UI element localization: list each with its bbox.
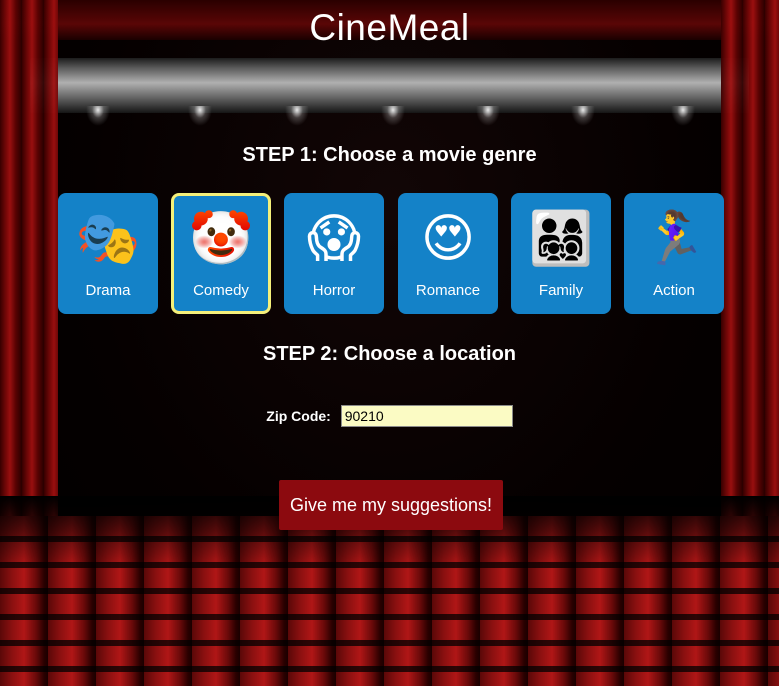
genre-label: Action bbox=[653, 282, 695, 299]
spotlight bbox=[285, 106, 309, 126]
spotlight bbox=[476, 106, 500, 126]
spotlight bbox=[188, 106, 212, 126]
heart-eyes-face-icon: 😍 bbox=[420, 209, 476, 269]
spotlight bbox=[381, 106, 405, 126]
genre-label: Comedy bbox=[193, 282, 249, 299]
stage-valance bbox=[30, 58, 749, 113]
genre-tile-romance[interactable]: 😍 Romance bbox=[398, 193, 498, 314]
spotlight bbox=[86, 106, 110, 126]
genre-label: Romance bbox=[415, 282, 481, 299]
screaming-face-icon: 😱 bbox=[306, 209, 362, 269]
running-person-icon: 🏃‍♀️ bbox=[641, 209, 707, 269]
genre-tile-action[interactable]: 🏃‍♀️ Action bbox=[624, 193, 724, 314]
zip-code-input[interactable] bbox=[340, 405, 513, 427]
step1-heading: STEP 1: Choose a movie genre bbox=[242, 144, 537, 166]
clown-face-icon: 🤡 bbox=[188, 209, 254, 269]
zip-code-label: Zip Code: bbox=[266, 408, 331, 424]
genre-label: Drama bbox=[85, 282, 131, 299]
zip-code-row: Zip Code: bbox=[0, 405, 779, 427]
spotlight bbox=[571, 106, 595, 126]
get-suggestions-button[interactable]: Give me my suggestions! bbox=[279, 480, 503, 530]
family-icon: 👨‍👩‍👧‍👦 bbox=[528, 209, 594, 269]
genre-tile-drama[interactable]: 🎭 Drama bbox=[58, 193, 158, 314]
genre-tile-family[interactable]: 👨‍👩‍👧‍👦 Family bbox=[511, 193, 611, 314]
genre-tile-comedy[interactable]: 🤡 Comedy bbox=[171, 193, 271, 314]
genre-label: Family bbox=[538, 282, 584, 299]
stage-lights bbox=[0, 106, 779, 136]
spotlight bbox=[671, 106, 695, 126]
app-title: CineMeal bbox=[309, 7, 470, 48]
performing-arts-masks-icon: 🎭 bbox=[75, 209, 141, 269]
genre-label: Horror bbox=[312, 282, 356, 299]
genre-tile-horror[interactable]: 😱 Horror bbox=[284, 193, 384, 314]
step2-heading: STEP 2: Choose a location bbox=[262, 343, 517, 365]
